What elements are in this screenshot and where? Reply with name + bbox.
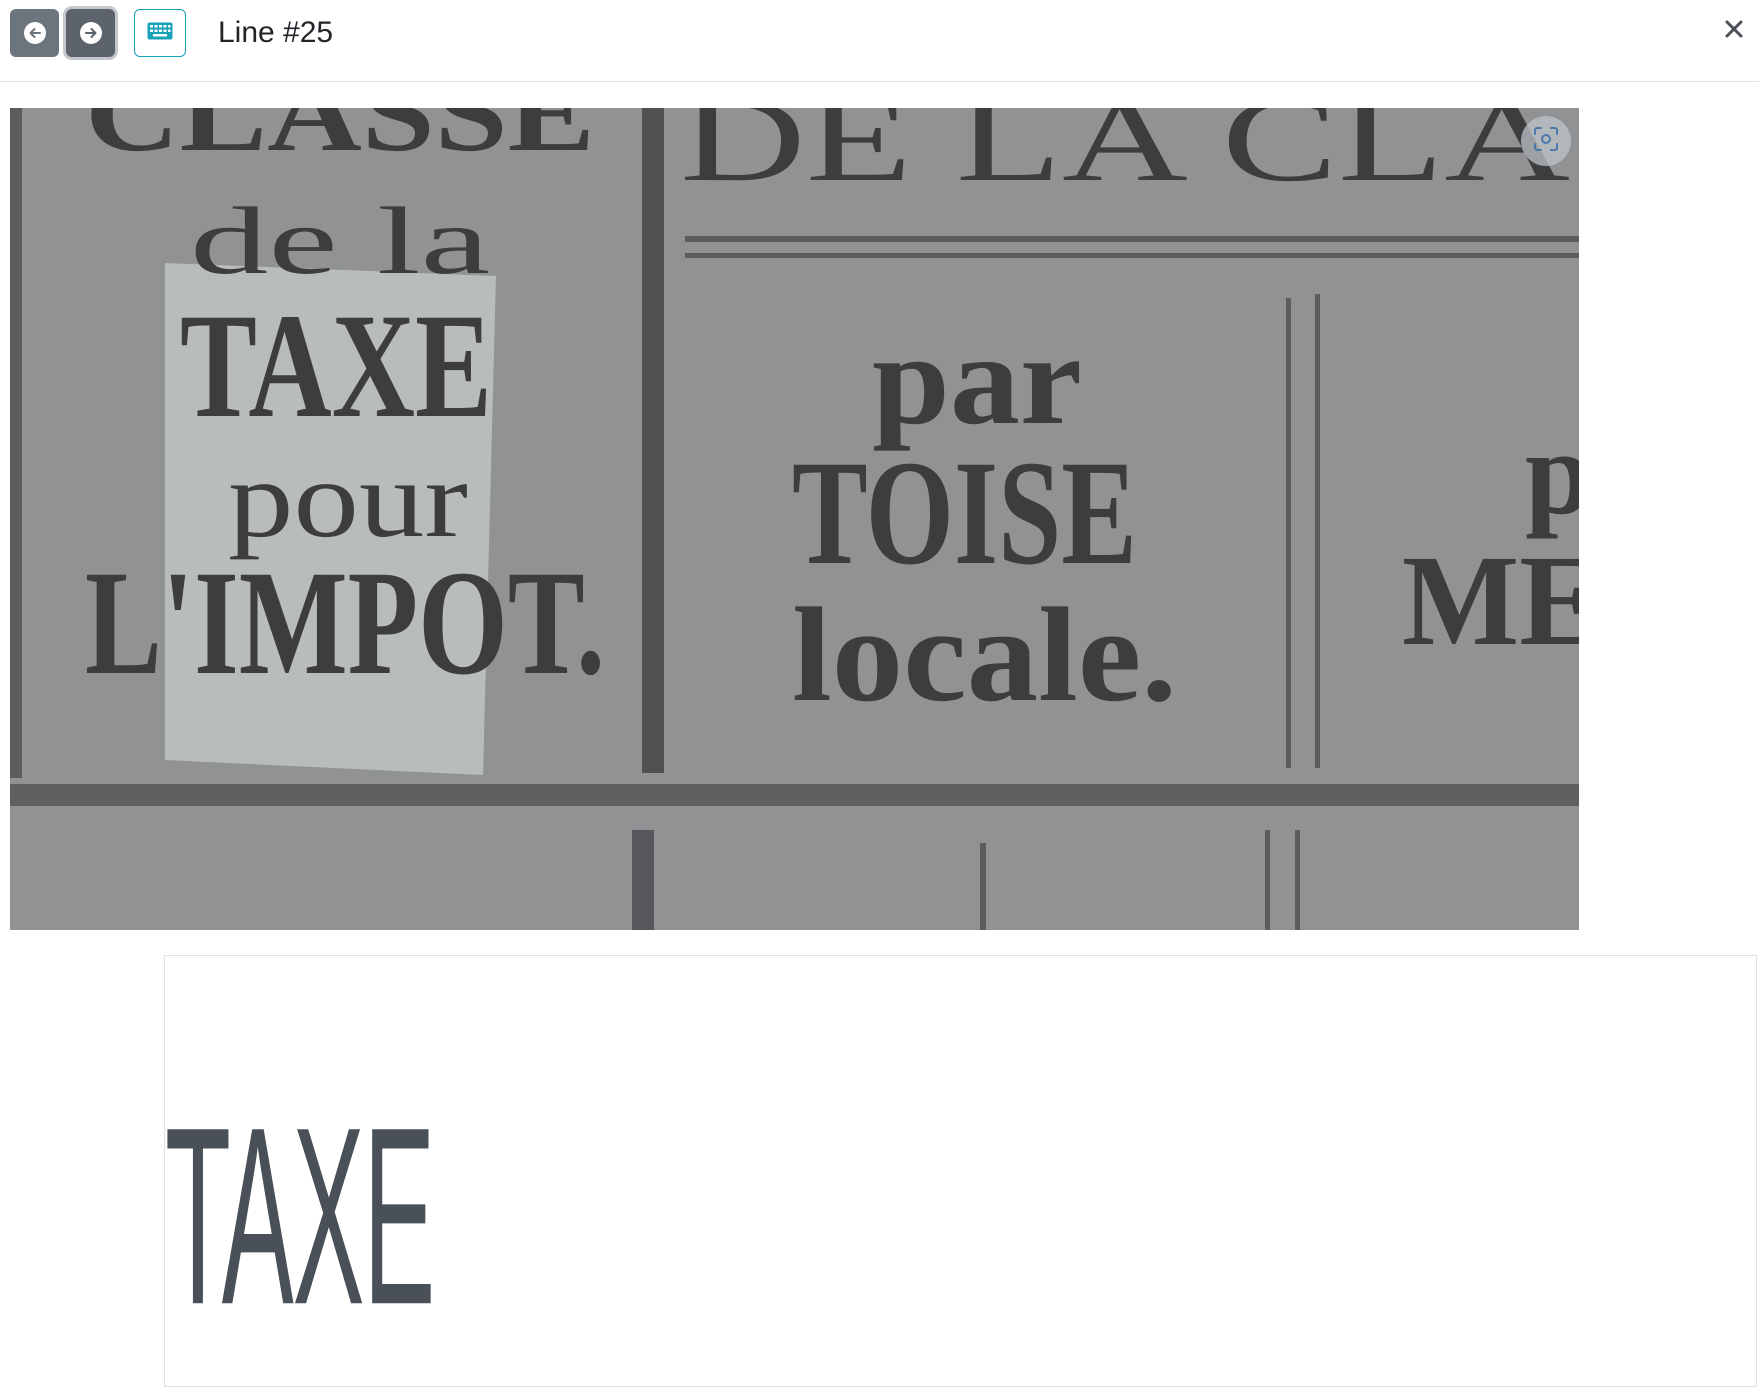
focus-icon [1533, 126, 1559, 157]
scan-text-de-la-cla: DE LA CLA [680, 108, 1570, 206]
keyboard-button[interactable] [134, 9, 186, 57]
scan-rule [1286, 298, 1291, 768]
transcription-editor[interactable]: TAXE [164, 955, 1757, 1387]
focus-button[interactable] [1521, 116, 1571, 166]
close-button[interactable] [1719, 14, 1749, 48]
scan-rule [685, 253, 1579, 258]
next-line-button[interactable] [66, 9, 115, 57]
arrow-left-circle-icon [23, 22, 46, 44]
scan-rule [10, 108, 22, 778]
scan-rule [980, 843, 986, 930]
arrow-right-circle-icon [79, 22, 102, 44]
scan-rule [632, 830, 654, 930]
close-icon [1724, 19, 1744, 44]
scan-rule [642, 108, 664, 773]
scan-text-p: p [1525, 406, 1579, 539]
previous-line-button[interactable] [10, 9, 59, 57]
scan-text-impot: L'IMPOT. [85, 540, 605, 706]
modal-header: Line #25 [0, 0, 1759, 82]
scan-text-classe: CLASSE [85, 108, 595, 174]
scan-rule [1315, 294, 1320, 768]
page-title: Line #25 [218, 16, 334, 49]
scan-text-locale: locale. [792, 581, 1177, 730]
scan-text-me: ME [1402, 529, 1579, 673]
scan-rule [1295, 830, 1300, 930]
scan-rule [1265, 830, 1270, 930]
transcription-text[interactable]: TAXE [165, 1034, 435, 1386]
scan-text-taxe: TAXE [180, 283, 492, 449]
keyboard-icon [147, 22, 173, 45]
scan-rule [685, 236, 1579, 242]
scan-text-toise: TOISE [792, 430, 1137, 596]
scan-text-de-la: de la [190, 187, 490, 294]
scan-rule [10, 784, 1579, 806]
line-scan-image: CLASSE de la TAXE pour L'IMPOT. DE LA CL… [10, 108, 1579, 930]
